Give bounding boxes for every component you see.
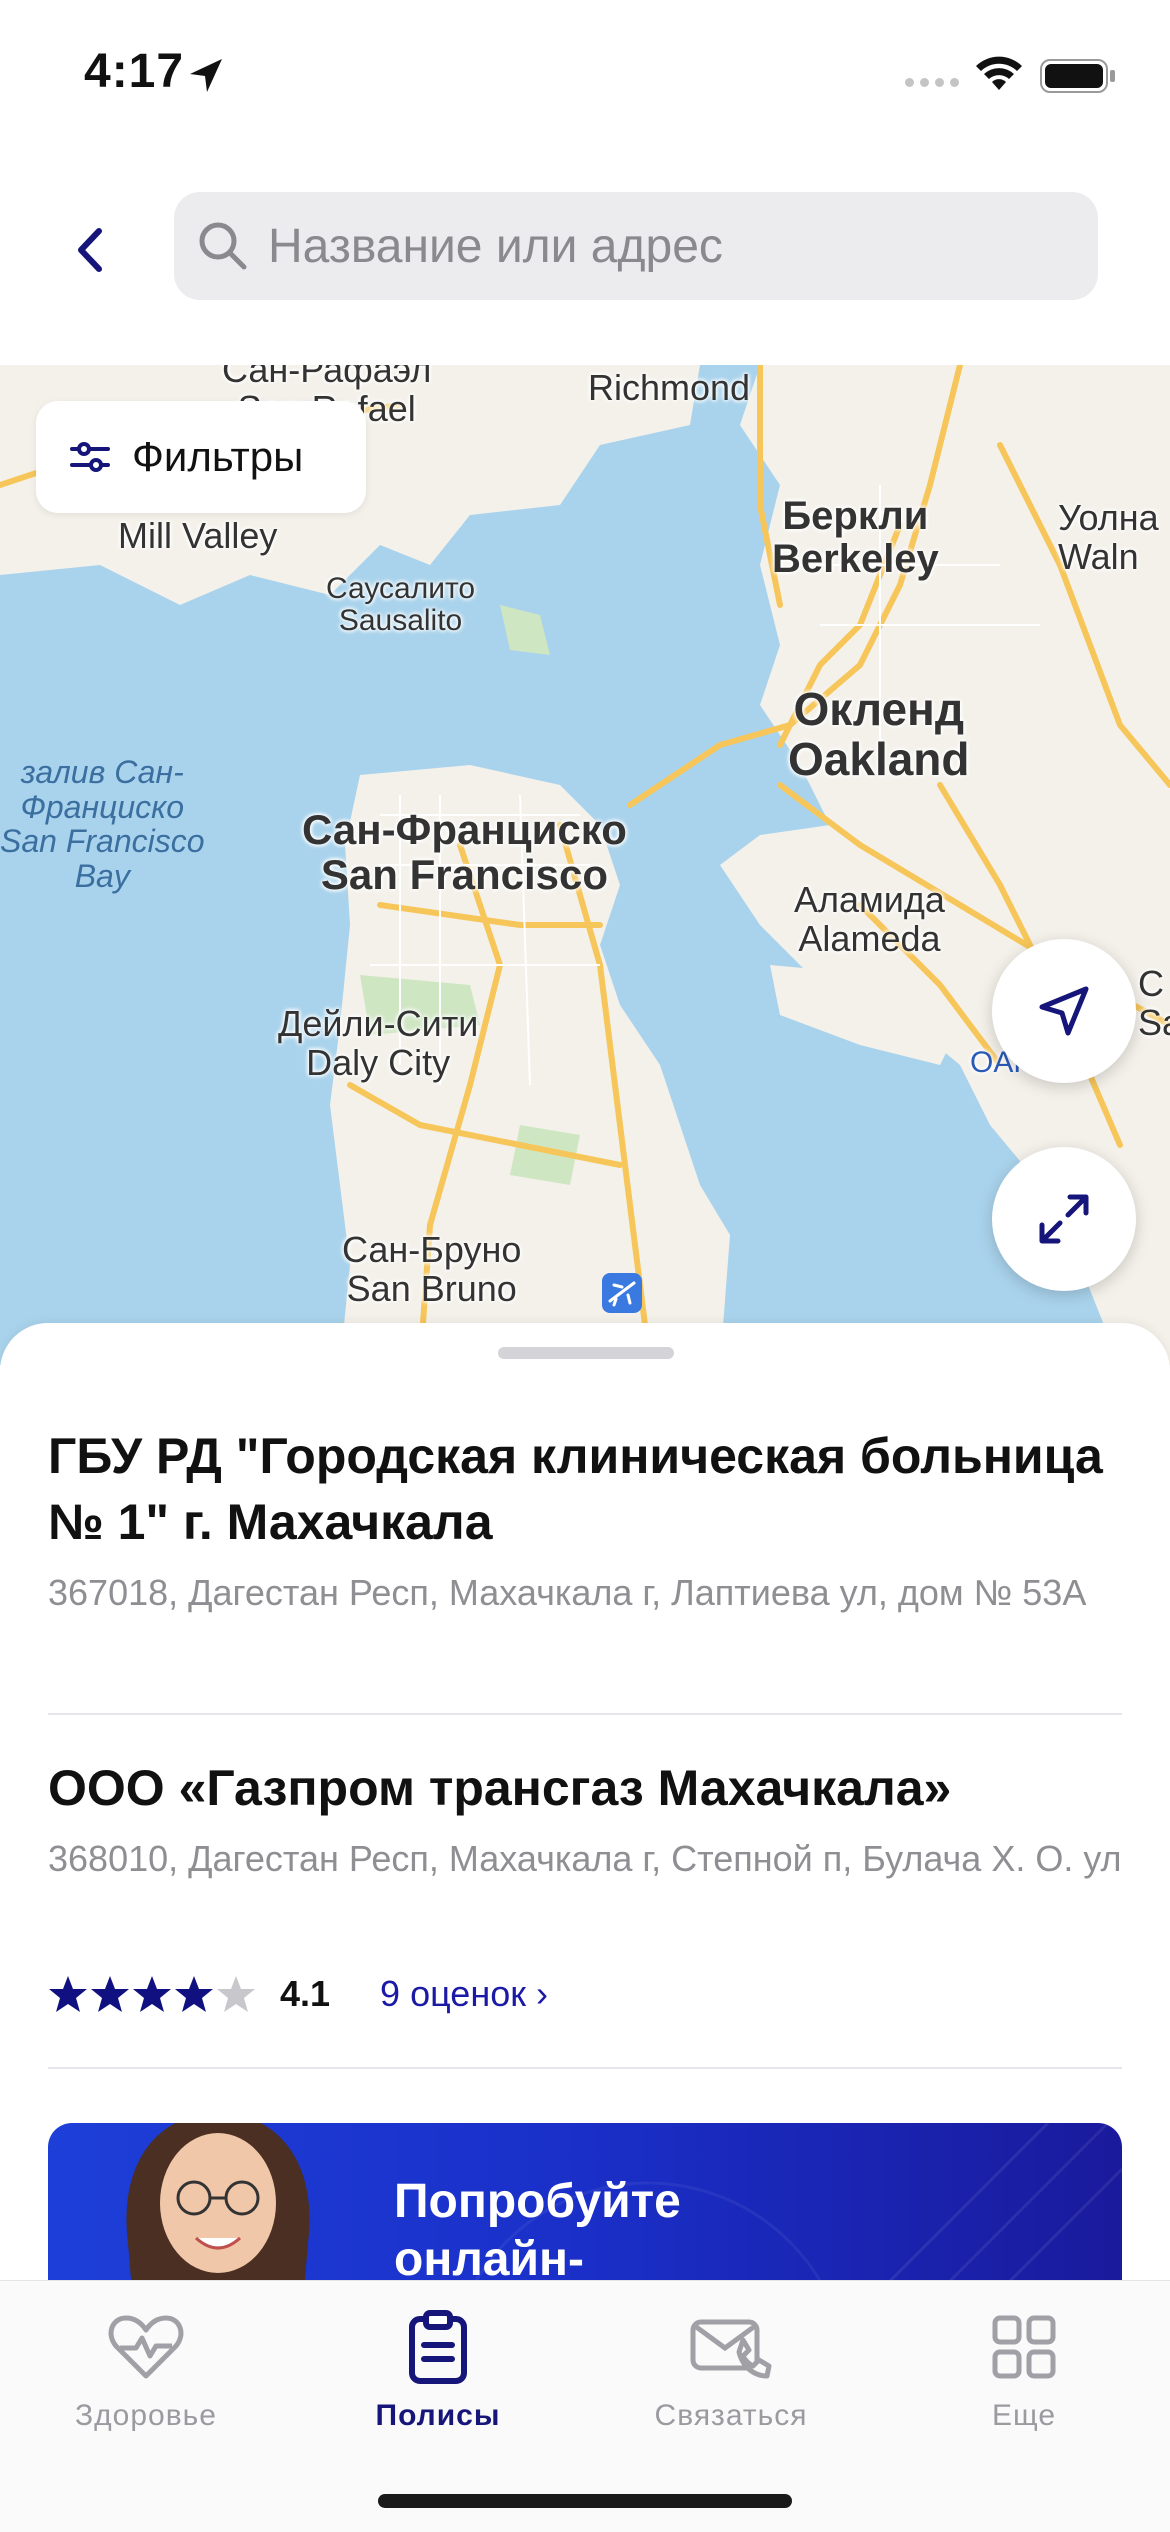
divider (48, 2067, 1122, 2069)
map-label-berkeley: Беркли Berkeley (772, 494, 939, 582)
clipboard-icon (409, 2310, 467, 2384)
map-label-walnut: Уолна Waln (1058, 497, 1159, 577)
location-arrow-icon (190, 59, 222, 92)
tab-contact[interactable]: Связаться (606, 2305, 856, 2433)
tab-label: Еще (991, 2399, 1057, 2432)
organization-item[interactable]: ООО «Газпром трансгаз Махачкала» 368010,… (48, 1755, 1122, 1881)
expand-icon (1039, 1194, 1089, 1244)
search-icon (199, 222, 247, 270)
search-placeholder: Название или адрес (268, 219, 723, 273)
battery-icon (1040, 59, 1115, 93)
search-input[interactable]: Название или адрес (174, 192, 1098, 300)
grid-icon (992, 2315, 1056, 2379)
map-label-san-bruno: Сан-Бруно San Bruno (342, 1229, 522, 1309)
organization-item[interactable]: ГБУ РД "Городская клиническая больница №… (48, 1423, 1122, 1615)
divider (48, 1713, 1122, 1715)
tab-policies[interactable]: Полисы (313, 2305, 563, 2433)
organization-address: 367018, Дагестан Респ, Махачкала г, Лапт… (48, 1572, 1087, 1613)
map-label-alameda: Аламида Alameda (794, 879, 945, 959)
sheet-grabber[interactable] (498, 1347, 674, 1359)
envelope-phone-icon (690, 2319, 772, 2379)
map[interactable]: Сан-РафаэлSan Rafael Richmond Mill Valle… (0, 365, 1170, 1365)
rating-stars (48, 1974, 256, 2014)
map-label-sf-bay: залив Сан- Франциско San Francisco Bay (0, 754, 205, 894)
organization-address: 368010, Дагестан Респ, Махачкала г, Степ… (48, 1838, 1122, 1879)
tab-more[interactable]: Еще (899, 2305, 1149, 2433)
navigation-arrow-icon (1039, 986, 1089, 1036)
tab-label: Связаться (654, 2399, 808, 2432)
home-indicator (378, 2494, 792, 2508)
heart-pulse-icon (108, 2315, 184, 2379)
organization-title: ГБУ РД "Городская клиническая больница №… (48, 1428, 1103, 1550)
filters-button[interactable]: Фильтры (36, 401, 366, 513)
tab-health[interactable]: Здоровье (21, 2305, 271, 2433)
rating-row: 4.1 9 оценок › (48, 1973, 548, 2015)
star-icon (91, 1976, 129, 2012)
chevron-left-icon (78, 228, 102, 272)
airport-icon (602, 1273, 642, 1313)
map-label-oakland: Окленд Oakland (788, 683, 970, 785)
map-label-sausalito: Саусалито Sausalito (326, 572, 476, 638)
tab-label: Здоровье (75, 2399, 217, 2432)
header: Название или адрес (0, 150, 1170, 365)
rating-value: 4.1 (280, 1973, 331, 2014)
status-time: 4:17 (84, 45, 185, 98)
star-icon (217, 1976, 255, 2012)
cellular-signal-icon (905, 78, 959, 87)
filters-label: Фильтры (132, 433, 304, 480)
sliders-icon (70, 442, 110, 472)
status-bar: 4:17 (0, 0, 1170, 150)
my-location-button[interactable] (992, 939, 1136, 1083)
star-icon (175, 1976, 213, 2012)
map-label-richmond: Richmond (588, 367, 751, 408)
map-label-san-francisco: Сан-Франциско San Francisco (302, 806, 627, 899)
star-icon (49, 1976, 87, 2012)
expand-map-button[interactable] (992, 1147, 1136, 1291)
map-label-daly-city: Дейли-Сити Daly City (278, 1003, 479, 1083)
map-label-edge: СSa (1138, 963, 1170, 1043)
wifi-icon (976, 56, 1022, 90)
reviews-link[interactable]: 9 оценок › (380, 1973, 548, 2015)
map-label-mill-valley: Mill Valley (118, 515, 278, 556)
star-icon (133, 1976, 171, 2012)
tab-label: Полисы (375, 2399, 501, 2432)
back-button[interactable] (60, 215, 120, 285)
organization-title: ООО «Газпром трансгаз Махачкала» (48, 1760, 952, 1816)
